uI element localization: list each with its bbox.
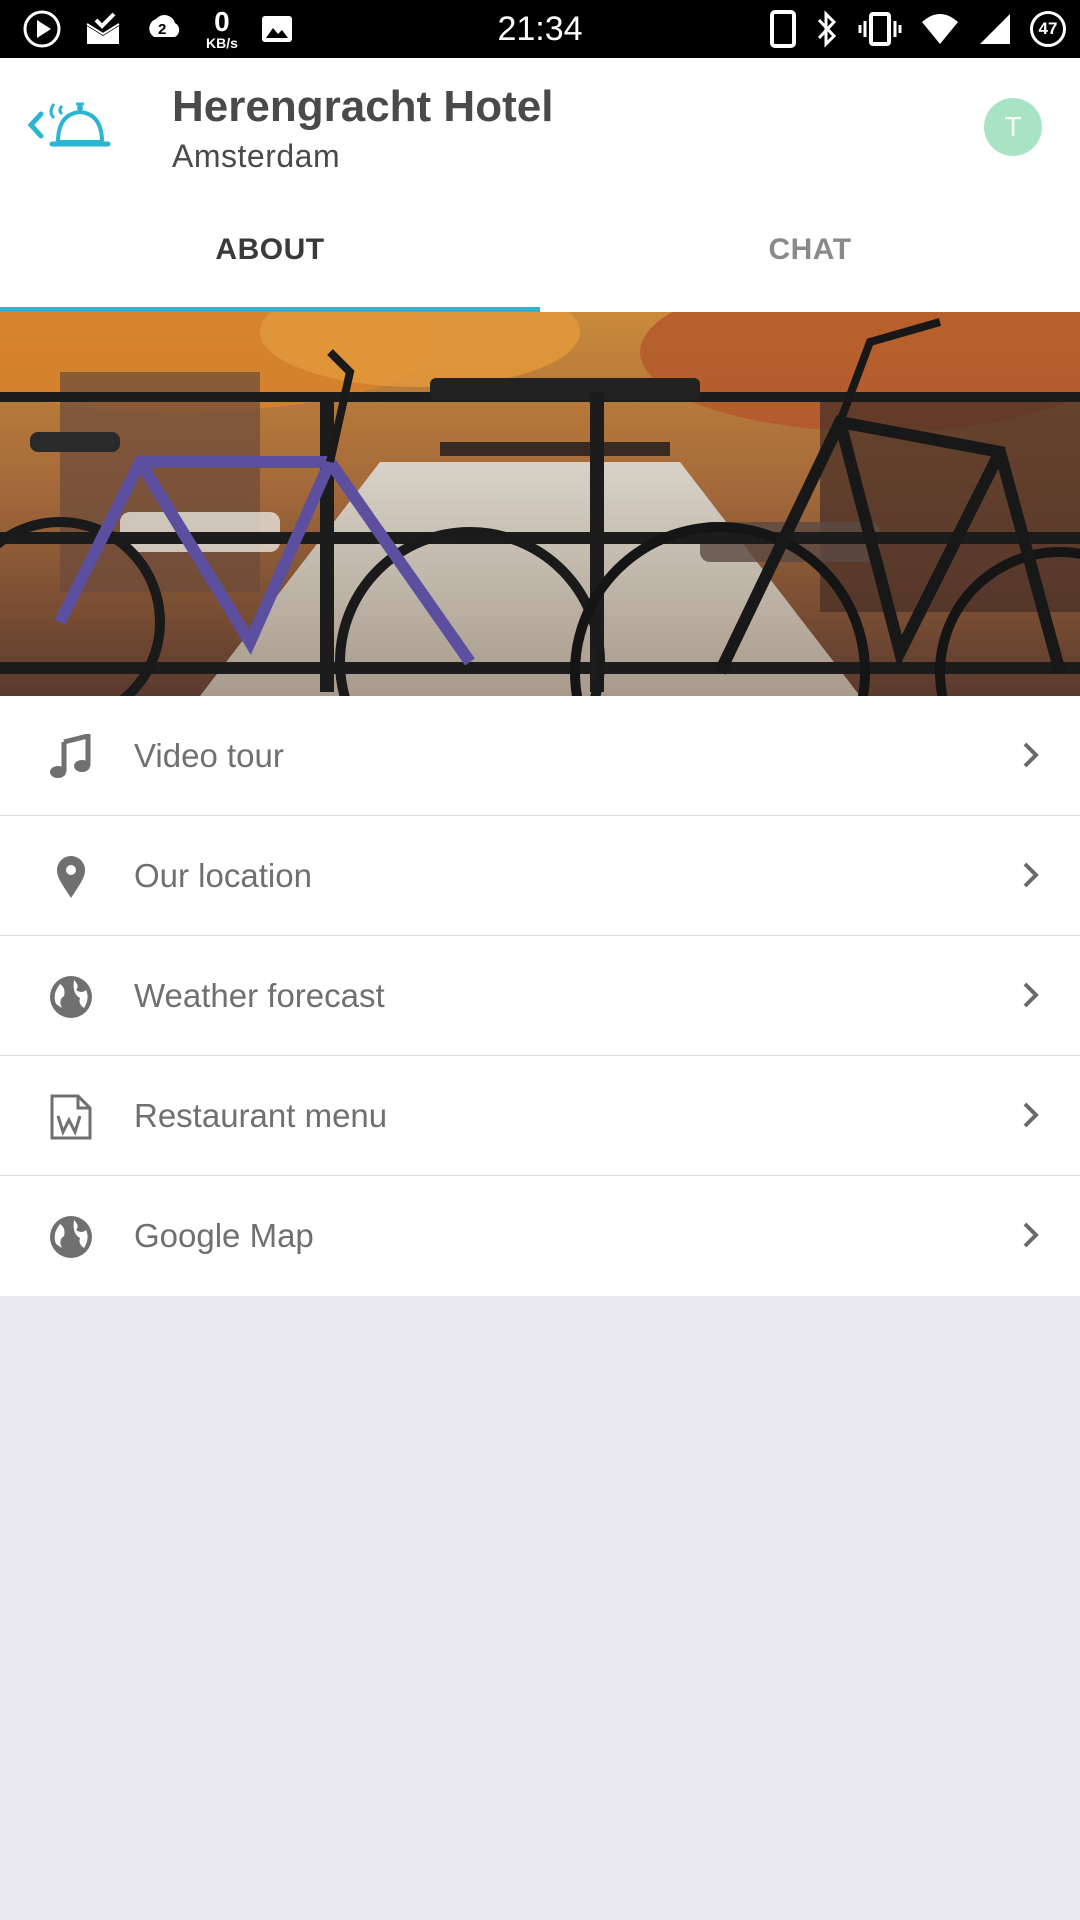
location-pin-icon [57, 856, 85, 898]
tab-chat-label: CHAT [768, 233, 852, 266]
tab-about[interactable]: ABOUT [0, 188, 540, 312]
app-header: Herengracht Hotel Amsterdam T [0, 58, 1080, 188]
globe-icon [50, 976, 92, 1018]
list-item-google-map[interactable]: Google Map [0, 1176, 1080, 1296]
avatar[interactable]: T [984, 98, 1042, 156]
battery-icon: 47 [1030, 11, 1066, 47]
signal-icon [980, 14, 1010, 44]
chevron-right-icon [1023, 1102, 1039, 1128]
music-note-icon [50, 734, 91, 778]
about-menu-list: Video tour Our location Weather forecast [0, 696, 1080, 1296]
list-item-restaurant-menu[interactable]: Restaurant menu [0, 1056, 1080, 1176]
reception-bell-icon [49, 102, 111, 147]
avatar-initial: T [1004, 111, 1022, 142]
tab-about-label: ABOUT [215, 233, 325, 266]
word-document-icon [50, 1094, 92, 1140]
tab-bar: ABOUT CHAT [0, 188, 1080, 312]
list-item-weather-forecast[interactable]: Weather forecast [0, 936, 1080, 1056]
chevron-right-icon [1023, 982, 1039, 1008]
list-item-label: Video tour [134, 737, 284, 774]
status-bar: 2 0 KB/s 21:34 47 [0, 0, 1080, 58]
page-title: Herengracht Hotel [172, 82, 554, 131]
chevron-right-icon [1023, 1222, 1039, 1248]
back-button[interactable] [26, 98, 116, 158]
list-item-label: Google Map [134, 1217, 314, 1254]
hero-image [0, 312, 1080, 696]
chevron-right-icon [1023, 862, 1039, 888]
chevron-right-icon [1023, 742, 1039, 768]
bluetooth-icon [817, 10, 837, 48]
battery-level: 47 [1038, 19, 1058, 38]
wifi-icon [922, 14, 958, 44]
list-item-label: Weather forecast [134, 977, 385, 1014]
list-item-label: Restaurant menu [134, 1097, 388, 1134]
globe-icon [50, 1216, 92, 1258]
page-subtitle: Amsterdam [172, 138, 341, 174]
list-item-label: Our location [134, 857, 312, 894]
tab-chat[interactable]: CHAT [540, 188, 1080, 312]
list-item-our-location[interactable]: Our location [0, 816, 1080, 936]
canal-bicycles-photo [0, 312, 1080, 696]
list-item-video-tour[interactable]: Video tour [0, 696, 1080, 816]
phone-icon [770, 10, 796, 48]
status-bar-system: 47 [770, 8, 1066, 50]
vibrate-icon [858, 12, 902, 46]
